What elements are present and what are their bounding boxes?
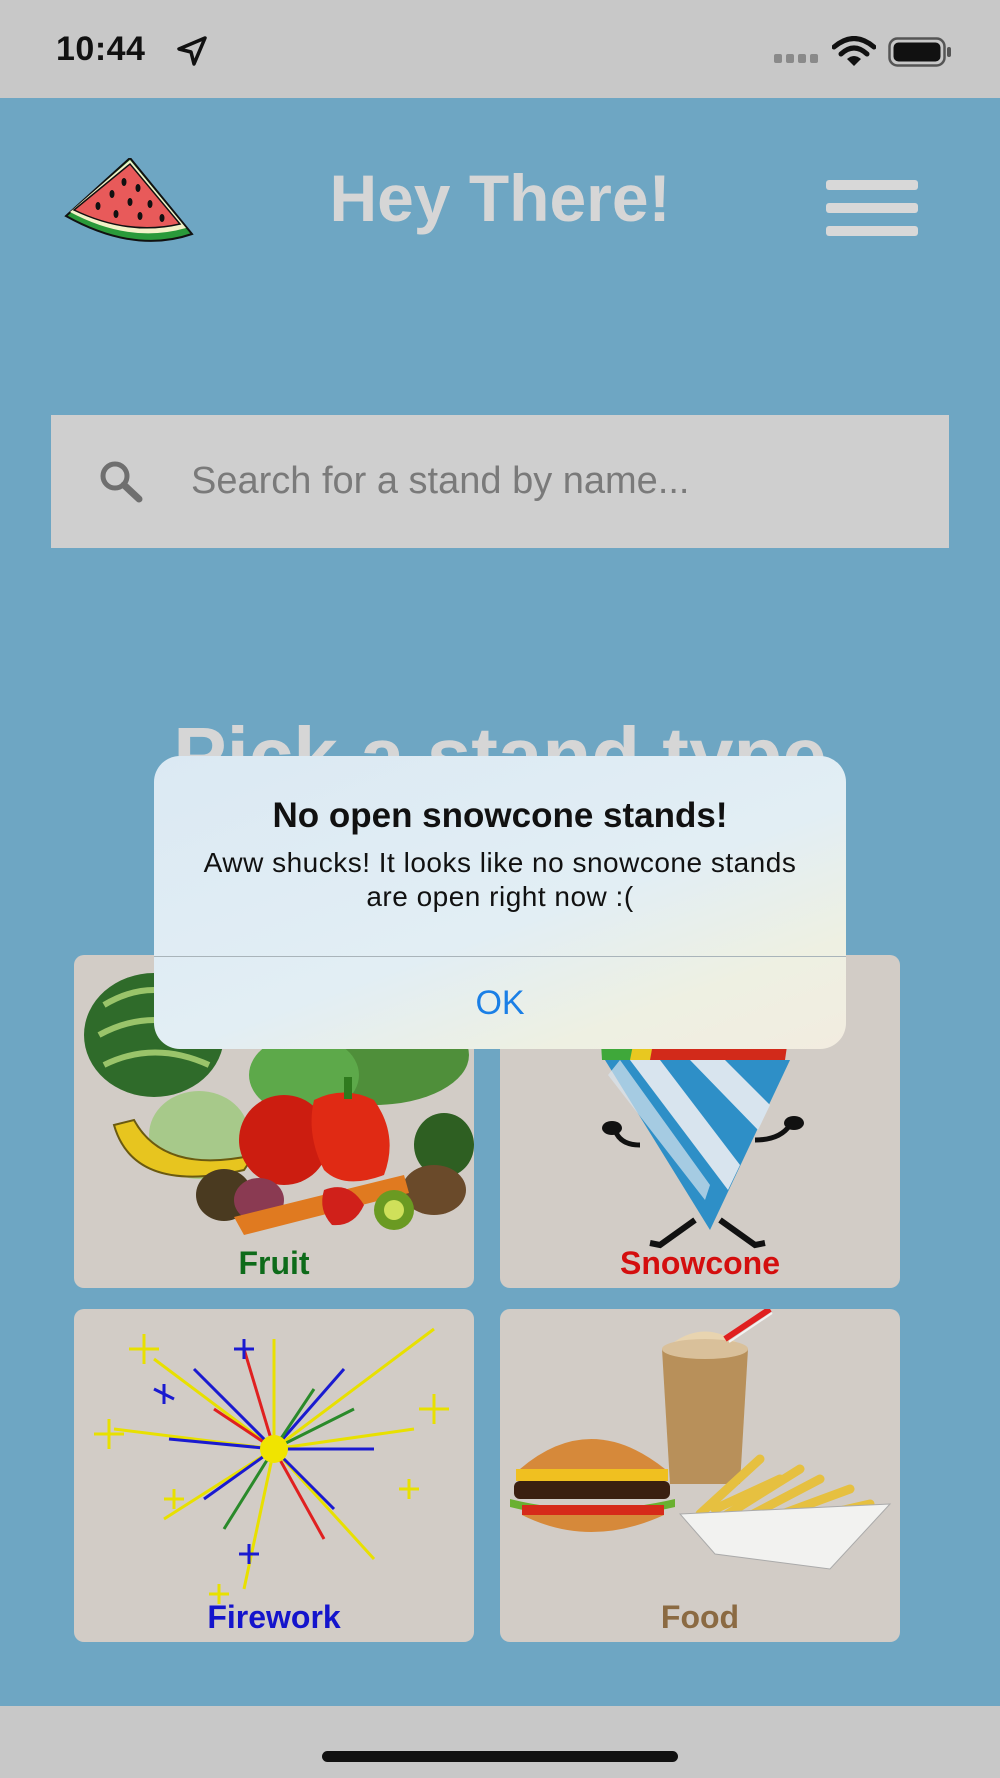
alert-dialog: No open snowcone stands! Aww shucks! It …	[154, 756, 846, 1049]
ok-button[interactable]: OK	[154, 957, 846, 1049]
status-time: 10:44	[56, 30, 146, 68]
location-arrow-icon	[177, 36, 207, 66]
tile-label-firework: Firework	[207, 1599, 341, 1635]
tile-label-snowcone: Snowcone	[619, 1245, 780, 1281]
watermelon-slice-icon[interactable]	[64, 158, 194, 248]
hamburger-menu-icon[interactable]	[826, 180, 918, 236]
food-illustration	[510, 1309, 892, 1570]
firework-illustration	[94, 1327, 449, 1604]
tile-label-food: Food	[660, 1599, 740, 1635]
home-indicator[interactable]	[322, 1751, 678, 1762]
status-bar: 10:44	[0, 0, 1000, 98]
alert-title: No open snowcone stands!	[272, 796, 728, 835]
stand-type-food[interactable]: Food	[500, 1309, 900, 1642]
stand-type-firework[interactable]: Firework	[74, 1309, 474, 1642]
search-bar[interactable]	[51, 415, 949, 548]
tile-label-fruit: Fruit	[238, 1245, 310, 1281]
battery-icon	[888, 37, 951, 67]
cellular-signal-icon	[774, 54, 818, 63]
search-input[interactable]	[191, 451, 891, 511]
home-indicator-area	[0, 1706, 1000, 1778]
alert-message: Aww shucks! It looks like no snowcone st…	[203, 847, 797, 912]
search-icon	[100, 461, 143, 503]
header-title: Hey There!	[329, 161, 671, 235]
wifi-icon	[832, 36, 876, 66]
